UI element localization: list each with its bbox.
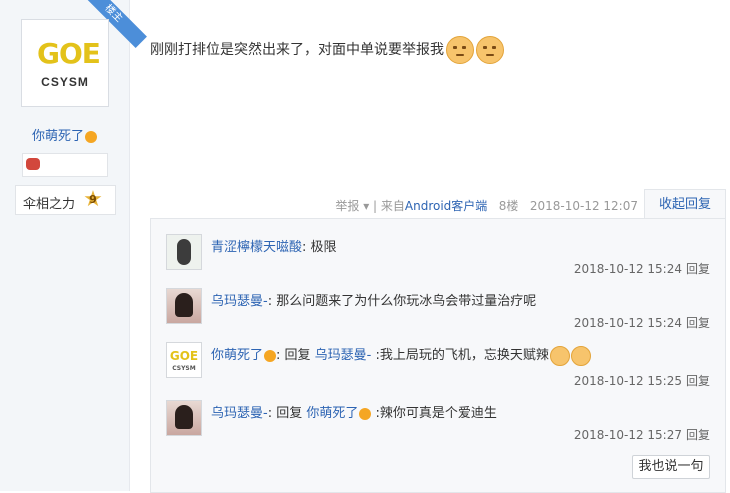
collapse-replies-button[interactable]: 收起回复 (644, 189, 726, 220)
author-sidebar: 楼主 GOE CSYSM 你萌死了 伞相之力 ★ 9 (0, 0, 147, 491)
emoji-icon (264, 349, 277, 362)
reply-content: :我上局玩的飞机，忘换天赋辣 (375, 348, 549, 363)
reply-button[interactable]: 回复 (686, 374, 710, 388)
reply-time-row: 2018-10-12 15:27 回复 (574, 426, 710, 443)
reply-content: 那么问题来了为什么你玩冰鸟会带过量治疗呢 (276, 294, 537, 309)
avatar-logo-glyph: GOE (37, 37, 101, 70)
reply-button[interactable]: 回复 (686, 316, 710, 330)
reply-sep: : 回复 (267, 406, 303, 421)
emoji-icon (359, 407, 372, 420)
reply-item: 青涩檸檬天嗞酸: 极限 2018-10-12 15:24 回复 (166, 234, 710, 284)
reply-avatar[interactable]: GOE CSYSM (166, 342, 202, 378)
reply-content: :辣你可真是个爱迪生 (375, 406, 497, 421)
level-number: 9 (89, 193, 97, 206)
post-time: 2018-10-12 12:07 (529, 199, 638, 213)
reply-target-link[interactable]: 乌玛瑟曼- (315, 348, 372, 363)
author-name[interactable]: 你萌死了 (0, 125, 129, 144)
mini-logo-text: CSYSM (172, 365, 196, 372)
reply-user-link[interactable]: 乌玛瑟曼- (211, 294, 268, 309)
emoji-icon (85, 130, 97, 143)
surprised-face-icon (570, 345, 591, 366)
surprised-face-icon (549, 345, 570, 366)
client-link[interactable]: Android客户端 (405, 199, 487, 213)
reply-time-row: 2018-10-12 15:24 回复 (574, 314, 710, 331)
reply-time: 2018-10-12 15:27 (573, 428, 682, 442)
reply-time-row: 2018-10-12 15:24 回复 (574, 260, 710, 277)
author-level[interactable]: 伞相之力 ★ 9 (15, 185, 116, 215)
mini-logo-glyph: GOE (169, 349, 199, 363)
reply-target-link[interactable]: 你萌死了 (306, 406, 358, 421)
reply-text: 乌玛瑟曼-: 那么问题来了为什么你玩冰鸟会带过量治疗呢 (211, 290, 536, 309)
post-text: 刚刚打排位是突然出来了，对面中单说要举报我 (150, 42, 444, 58)
reply-user-link[interactable]: 你萌死了 (211, 348, 263, 363)
reply-text: 你萌死了 : 回复 乌玛瑟曼- :我上局玩的飞机，忘换天赋辣 (211, 344, 591, 366)
gamepad-icon[interactable] (26, 158, 40, 170)
frown-face-icon (446, 36, 474, 64)
reply-avatar[interactable] (166, 400, 202, 436)
level-name: 伞相之力 (23, 197, 76, 212)
reply-avatar[interactable] (166, 288, 202, 324)
reply-time: 2018-10-12 15:24 (573, 316, 682, 330)
reply-item: 乌玛瑟曼-: 那么问题来了为什么你玩冰鸟会带过量治疗呢 2018-10-12 1… (166, 288, 710, 338)
report-dropdown-icon[interactable]: ▾ (359, 199, 373, 213)
from-prefix: | 来自 (373, 199, 405, 213)
reply-content: 极限 (310, 240, 337, 255)
reply-text: 青涩檸檬天嗞酸: 极限 (211, 236, 337, 255)
floor-number: 8楼 (498, 199, 519, 213)
reply-sep: : 回复 (276, 348, 311, 363)
reply-text: 乌玛瑟曼-: 回复 你萌死了 :辣你可真是个爱迪生 (211, 402, 497, 421)
reply-sep: : (302, 240, 307, 255)
say-something-button[interactable]: 我也说一句 (632, 455, 710, 479)
author-avatar[interactable]: GOE CSYSM (21, 19, 109, 107)
avatar-logo-text: CSYSM (41, 75, 89, 89)
reply-button[interactable]: 回复 (686, 428, 710, 442)
author-name-label: 你萌死了 (31, 129, 84, 144)
reply-time-row: 2018-10-12 15:25 回复 (574, 372, 710, 389)
reply-time: 2018-10-12 15:24 (573, 262, 682, 276)
reply-user-link[interactable]: 乌玛瑟曼- (211, 406, 268, 421)
report-link[interactable]: 举报 (335, 199, 359, 213)
reply-time: 2018-10-12 15:25 (573, 374, 682, 388)
reply-item: GOE CSYSM 你萌死了: 回复 乌玛瑟曼- :我上局玩的飞机，忘换天赋辣 … (166, 342, 710, 396)
post-content: 刚刚打排位是突然出来了，对面中单说要举报我 (150, 36, 504, 64)
reply-item: 乌玛瑟曼-: 回复 你萌死了 :辣你可真是个爱迪生 2018-10-12 15:… (166, 400, 710, 450)
author-icon-bar (22, 153, 108, 177)
frown-face-icon (476, 36, 504, 64)
post-meta: 举报 ▾ | 来自Android客户端 8楼 2018-10-12 12:07 (335, 197, 638, 214)
reply-area: 青涩檸檬天嗞酸: 极限 2018-10-12 15:24 回复 乌玛瑟曼-: 那么… (150, 218, 726, 493)
reply-button[interactable]: 回复 (686, 262, 710, 276)
reply-user-link[interactable]: 青涩檸檬天嗞酸 (211, 240, 302, 255)
reply-avatar[interactable] (166, 234, 202, 270)
reply-sep: : (267, 294, 273, 309)
